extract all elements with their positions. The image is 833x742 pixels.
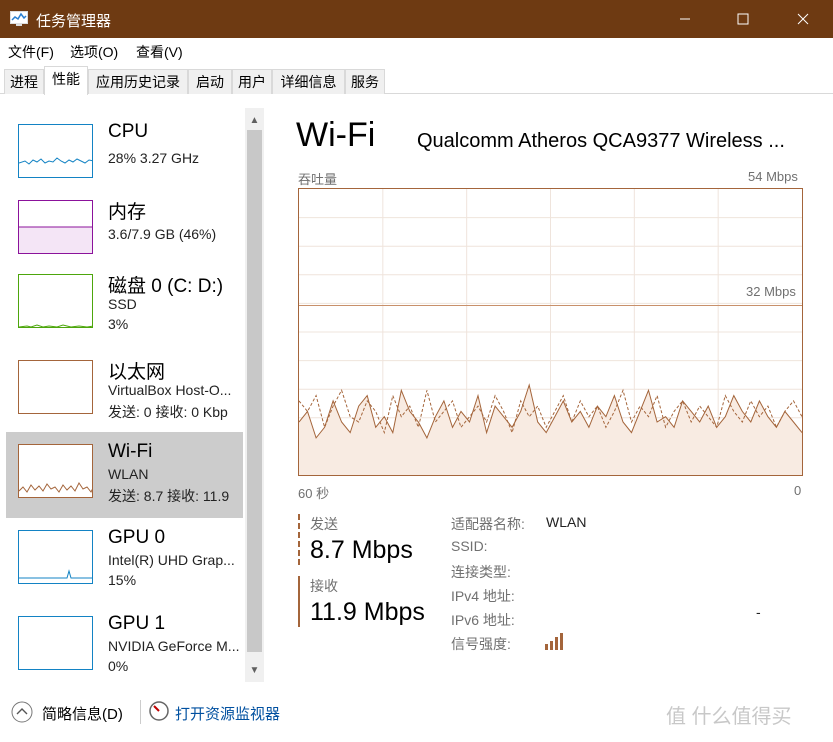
window-title: 任务管理器 xyxy=(36,13,112,30)
prop-connection-key: 连接类型: xyxy=(451,564,511,580)
close-icon xyxy=(797,13,809,25)
prop-ipv6-key: IPv6 地址: xyxy=(451,612,515,628)
prop-signal-key: 信号强度: xyxy=(451,636,511,652)
sidebar-item-detail: Intel(R) UHD Grap... xyxy=(108,552,235,568)
zero-label: 0 xyxy=(794,483,802,498)
menu-view[interactable]: 查看(V) xyxy=(136,42,183,62)
maximize-button[interactable] xyxy=(720,0,766,38)
wifi-thumbnail xyxy=(18,444,93,498)
sidebar-item-label: Wi-Fi xyxy=(108,441,153,462)
sidebar-item-disk[interactable]: 磁盘 0 (C: D:) SSD 3% xyxy=(6,262,243,348)
resource-sidebar: CPU 28% 3.27 GHz 内存 3.6/7.9 GB (46%) 磁盘 … xyxy=(0,108,264,682)
sidebar-item-detail: 0% xyxy=(108,658,129,674)
resource-monitor-icon xyxy=(149,701,169,721)
tab-bar: 进程 性能 应用历史记录 启动 用户 详细信息 服务 xyxy=(0,66,833,95)
close-button[interactable] xyxy=(780,0,826,38)
sidebar-item-detail: SSD xyxy=(108,296,137,312)
sidebar-item-ethernet[interactable]: 以太网 VirtualBox Host-O... 发送: 0 接收: 0 Kbp xyxy=(6,348,243,434)
watermark: 值 什么值得买 xyxy=(666,706,792,728)
sidebar-item-detail: 15% xyxy=(108,572,137,588)
disk-thumbnail xyxy=(18,274,93,328)
sidebar-item-detail: WLAN xyxy=(108,466,149,482)
gpu1-thumbnail xyxy=(18,616,93,670)
title-bar: 任务管理器 xyxy=(0,0,833,38)
sidebar-item-gpu1[interactable]: GPU 1 NVIDIA GeForce M... 0% xyxy=(6,604,243,690)
sidebar-item-label: 磁盘 0 (C: D:) xyxy=(108,276,224,297)
prop-adapter-key: 适配器名称: xyxy=(451,516,525,532)
divider xyxy=(140,700,141,724)
maximize-icon xyxy=(737,13,749,25)
sidebar-item-gpu0[interactable]: GPU 0 Intel(R) UHD Grap... 15% xyxy=(6,518,243,604)
time-span-label: 60 秒 xyxy=(298,486,330,501)
sidebar-item-detail: 3.6/7.9 GB (46%) xyxy=(108,226,217,242)
sidebar-item-detail: 28% 3.27 GHz xyxy=(108,150,200,166)
prop-ssid-key: SSID: xyxy=(451,538,488,554)
sidebar-item-label: 内存 xyxy=(108,202,147,223)
menu-bar: 文件(F) 选项(O) 查看(V) xyxy=(0,38,833,62)
tab-users[interactable]: 用户 xyxy=(232,69,272,94)
tab-performance[interactable]: 性能 xyxy=(44,66,88,95)
scrollbar-thumb[interactable] xyxy=(247,130,262,652)
menu-options[interactable]: 选项(O) xyxy=(70,42,118,62)
minimize-icon xyxy=(680,18,690,20)
chart-plot xyxy=(298,189,803,475)
sidebar-item-label: CPU xyxy=(108,121,149,142)
task-manager-icon xyxy=(10,11,28,26)
ethernet-thumbnail xyxy=(18,360,93,414)
receive-stat: 接收 11.9 Mbps xyxy=(298,576,448,627)
sidebar-item-detail: 发送: 0 接收: 0 Kbp xyxy=(108,404,228,420)
throughput-label: 吞吐量 xyxy=(298,172,338,187)
adapter-name: Qualcomm Atheros QCA9377 Wireless ... xyxy=(417,130,785,152)
receive-value: 11.9 Mbps xyxy=(310,598,425,626)
tab-details[interactable]: 详细信息 xyxy=(272,69,345,94)
max-scale-label: 54 Mbps xyxy=(748,169,798,184)
sidebar-item-detail: 3% xyxy=(108,316,129,332)
tab-app-history[interactable]: 应用历史记录 xyxy=(88,69,188,94)
send-stat: 发送 8.7 Mbps xyxy=(298,514,448,565)
open-resource-monitor-link[interactable]: 打开资源监视器 xyxy=(175,703,280,724)
prop-ipv6-value: - xyxy=(756,604,761,620)
sidebar-item-detail: 发送: 8.7 接收: 11.9 xyxy=(108,488,230,504)
tab-processes[interactable]: 进程 xyxy=(4,69,44,94)
memory-thumbnail xyxy=(18,200,93,254)
prop-adapter-value: WLAN xyxy=(546,514,587,530)
prop-ipv4-key: IPv4 地址: xyxy=(451,588,515,604)
tab-startup[interactable]: 启动 xyxy=(188,69,232,94)
sidebar-item-wifi[interactable]: Wi-Fi WLAN 发送: 8.7 接收: 11.9 xyxy=(6,432,243,518)
tab-services[interactable]: 服务 xyxy=(345,69,385,94)
fewer-details-button[interactable]: 简略信息(D) xyxy=(42,703,123,724)
receive-label: 接收 xyxy=(310,578,338,594)
scroll-down-icon[interactable]: ▼ xyxy=(245,660,264,680)
sidebar-item-label: 以太网 xyxy=(108,362,166,383)
scroll-up-icon[interactable]: ▲ xyxy=(245,110,264,130)
sidebar-item-label: GPU 0 xyxy=(108,527,166,548)
send-label: 发送 xyxy=(310,516,338,532)
minimize-button[interactable] xyxy=(662,0,708,38)
gpu0-thumbnail xyxy=(18,530,93,584)
cpu-thumbnail xyxy=(18,124,93,178)
mid-scale-label: 32 Mbps xyxy=(744,284,798,299)
sidebar-item-detail: NVIDIA GeForce M... xyxy=(108,638,240,654)
send-value: 8.7 Mbps xyxy=(310,536,413,564)
sidebar-item-cpu[interactable]: CPU 28% 3.27 GHz xyxy=(6,112,243,198)
menu-file[interactable]: 文件(F) xyxy=(8,42,54,62)
sidebar-item-detail: VirtualBox Host-O... xyxy=(108,382,232,398)
signal-strength-icon xyxy=(545,633,563,650)
page-title: Wi-Fi xyxy=(296,116,376,154)
sidebar-item-label: GPU 1 xyxy=(108,613,166,634)
throughput-chart xyxy=(298,188,803,476)
chevron-up-icon[interactable] xyxy=(10,700,34,724)
